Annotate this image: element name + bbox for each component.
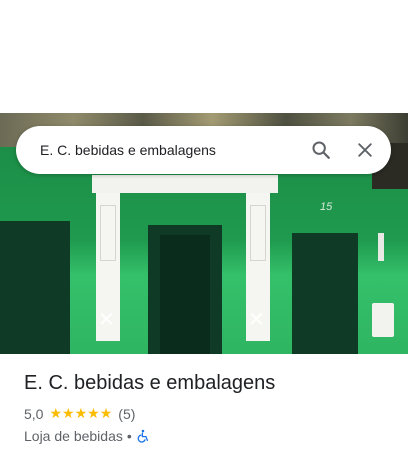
photo-number: 15 xyxy=(320,201,333,213)
photo-x-mark-right: ✕ xyxy=(248,307,265,331)
photo-cornice xyxy=(92,175,278,193)
star-icon: ★ xyxy=(74,406,88,422)
close-icon xyxy=(358,143,372,157)
search-bar[interactable]: E. C. bebidas e embalagens xyxy=(16,126,391,174)
photo-meter-box xyxy=(372,303,394,337)
review-count[interactable]: (5) xyxy=(118,406,135,422)
photo-fixture xyxy=(378,233,384,261)
search-input[interactable]: E. C. bebidas e embalagens xyxy=(40,142,299,158)
star-icon: ★ xyxy=(49,406,63,422)
place-category: Loja de bebidas xyxy=(24,428,123,444)
photo-door-right xyxy=(292,233,358,354)
search-icon xyxy=(312,141,330,159)
photo-x-mark-left: ✕ xyxy=(98,307,115,331)
category-separator: • xyxy=(126,428,132,444)
rating-stars: ★ ★ ★ ★ ★ xyxy=(49,407,112,421)
wheelchair-icon xyxy=(137,429,148,443)
star-icon: ★ xyxy=(62,406,75,422)
star-icon: ★ xyxy=(87,406,100,422)
close-button[interactable] xyxy=(343,128,387,172)
search-button[interactable] xyxy=(299,128,343,172)
star-icon: ★ xyxy=(99,406,113,422)
place-title: E. C. bebidas e embalagens xyxy=(24,372,276,394)
rating-value: 5,0 xyxy=(24,406,44,422)
category-row: Loja de bebidas • xyxy=(24,428,150,444)
rating-row[interactable]: 5,0 ★ ★ ★ ★ ★ (5) xyxy=(24,406,135,422)
place-panel: ✕ ✕ 15 E. C. bebidas e embalagens E. C. … xyxy=(0,0,408,468)
photo-door-left xyxy=(0,221,70,354)
photo-door-center-inner xyxy=(160,235,210,354)
